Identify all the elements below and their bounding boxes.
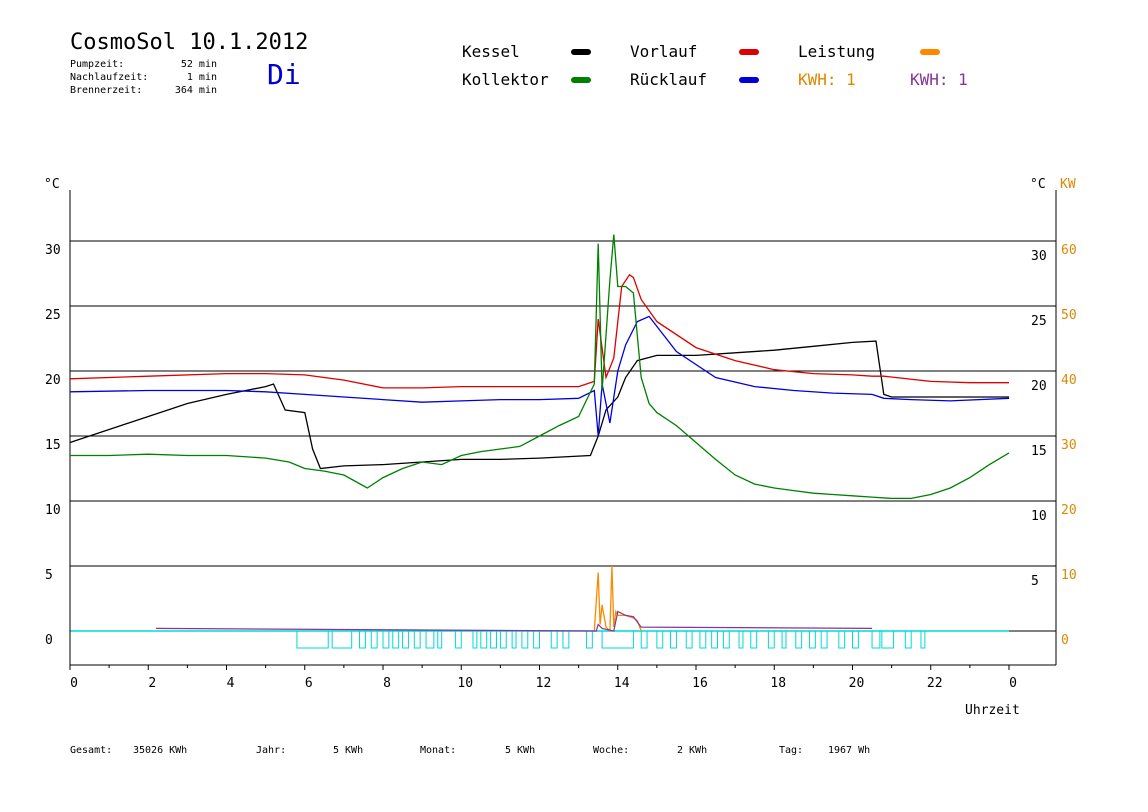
pump-pulse-20 bbox=[585, 630, 593, 649]
footer-tag-value: 1967 Wh bbox=[828, 745, 871, 756]
pump-pulse-39 bbox=[881, 630, 895, 649]
x-tick-label-2: 4 bbox=[227, 676, 235, 691]
y2-tick-label-6: 60 bbox=[1061, 243, 1077, 258]
y2-tick-label-1: 10 bbox=[1061, 568, 1077, 583]
y-right-tick-label-5: 5 bbox=[1031, 574, 1039, 589]
pump-pulse-13 bbox=[490, 630, 497, 649]
y2-tick-label-0: 0 bbox=[1061, 633, 1069, 648]
pump-pulse-21 bbox=[601, 630, 634, 649]
y-left-tick-label-1: 5 bbox=[45, 568, 53, 583]
y-right-unit: °C bbox=[1030, 177, 1046, 192]
pump-pulse-5 bbox=[392, 630, 400, 649]
pump-pulse-17 bbox=[533, 630, 540, 649]
pump-pulse-37 bbox=[852, 630, 859, 649]
y-left-tick-label-5: 25 bbox=[45, 308, 61, 323]
y-left-tick-label-4: 20 bbox=[45, 373, 61, 388]
pump-pulse-12 bbox=[480, 630, 488, 649]
pump-pulse-8 bbox=[425, 630, 435, 649]
pump-pulse-4 bbox=[382, 630, 390, 649]
footer-woche-label: Woche: bbox=[593, 745, 630, 756]
pump-pulse-36 bbox=[838, 630, 846, 649]
chart-axes: 0 2 4 6 8 10 12 14 16 18 20 22 0 Uhrzeit 0 5 10 15 20 25 30 °… bbox=[44, 177, 1077, 718]
pump-pulse-30 bbox=[750, 630, 758, 649]
pump-pulse-38 bbox=[871, 630, 881, 649]
chart-series bbox=[69, 234, 1010, 633]
pump-pulse-18 bbox=[550, 630, 558, 649]
pump-pulse-41 bbox=[920, 630, 926, 649]
footer-monat-value: 5 KWh bbox=[505, 745, 536, 756]
pump-pulse-40 bbox=[904, 630, 912, 649]
pump-pulse-33 bbox=[795, 630, 803, 649]
x-tick-label-0: 0 bbox=[70, 676, 78, 691]
x-tick-label-3: 6 bbox=[305, 676, 313, 691]
pump-pulse-3 bbox=[370, 630, 378, 649]
x-tick-label-10: 20 bbox=[849, 676, 865, 691]
y-right-tick-label-30: 30 bbox=[1031, 249, 1047, 264]
footer-gesamt-value: 35026 KWh bbox=[133, 745, 188, 756]
y-left-tick-label-3: 15 bbox=[45, 438, 61, 453]
y2-tick-label-5: 50 bbox=[1061, 308, 1077, 323]
pump-pulse-29 bbox=[738, 630, 744, 649]
y-right-tick-label-10: 10 bbox=[1031, 509, 1047, 524]
pump-pulse-24 bbox=[670, 630, 677, 649]
x-tick-label-8: 16 bbox=[692, 676, 708, 691]
y-left-tick-label-2: 10 bbox=[45, 503, 61, 518]
y-right-tick-label-20: 20 bbox=[1031, 379, 1047, 394]
chart-grid bbox=[70, 240, 1056, 632]
pump-pulse-28 bbox=[722, 630, 730, 649]
y-left-tick-label-0: 0 bbox=[45, 633, 53, 648]
footer-jahr-label: Jahr: bbox=[256, 745, 287, 756]
footer-woche-value: 2 KWh bbox=[677, 745, 708, 756]
y2-tick-label-4: 40 bbox=[1061, 373, 1077, 388]
x-tick-label-12: 0 bbox=[1009, 676, 1017, 691]
pump-pulse-2 bbox=[359, 630, 366, 649]
y-left-tick-label-6: 30 bbox=[45, 243, 61, 258]
pump-pulses bbox=[296, 630, 926, 649]
x-axis-label: Uhrzeit bbox=[965, 703, 1020, 718]
x-tick-label-5: 10 bbox=[457, 676, 473, 691]
pump-pulse-35 bbox=[820, 630, 828, 649]
pump-pulse-25 bbox=[685, 630, 693, 649]
pump-pulse-31 bbox=[767, 630, 775, 649]
pump-pulse-11 bbox=[472, 630, 478, 649]
temperature-chart: 0 2 4 6 8 10 12 14 16 18 20 22 0 Uhrzeit 0 5 10 15 20 25 30 °… bbox=[44, 177, 1077, 718]
footer-jahr-value: 5 KWh bbox=[333, 745, 364, 756]
pump-pulse-27 bbox=[711, 630, 719, 649]
footer-tag-label: Tag: bbox=[779, 745, 804, 756]
pump-pulse-23 bbox=[656, 630, 664, 649]
series-leistung bbox=[593, 565, 642, 633]
x-tick-label-1: 2 bbox=[148, 676, 156, 691]
x-tick-label-7: 14 bbox=[614, 676, 630, 691]
series-kollektor bbox=[70, 234, 1010, 500]
pump-pulse-34 bbox=[808, 630, 816, 649]
pump-pulse-6 bbox=[402, 630, 409, 649]
pump-pulse-26 bbox=[699, 630, 707, 649]
pump-pulse-9 bbox=[437, 630, 443, 649]
y2-tick-label-3: 30 bbox=[1061, 438, 1077, 453]
footer-gesamt-label: Gesamt: bbox=[70, 745, 113, 756]
pump-pulse-32 bbox=[781, 630, 787, 649]
pump-pulse-14 bbox=[499, 630, 507, 649]
pump-pulse-15 bbox=[511, 630, 517, 649]
series-kwh-purple bbox=[156, 610, 873, 632]
pump-pulse-19 bbox=[562, 630, 570, 649]
series-kessel bbox=[69, 340, 1009, 470]
y-right-tick-label-15: 15 bbox=[1031, 444, 1047, 459]
pump-pulse-16 bbox=[521, 630, 529, 649]
pump-pulse-1 bbox=[331, 630, 353, 649]
pump-pulse-22 bbox=[640, 630, 648, 649]
x-tick-label-11: 22 bbox=[927, 676, 943, 691]
x-tick-label-6: 12 bbox=[536, 676, 552, 691]
pump-pulse-7 bbox=[413, 630, 421, 649]
y2-tick-label-2: 20 bbox=[1061, 503, 1077, 518]
pump-pulse-0 bbox=[296, 630, 329, 649]
pump-pulse-10 bbox=[454, 630, 462, 649]
x-tick-label-9: 18 bbox=[770, 676, 786, 691]
y-left-unit: °C bbox=[44, 177, 60, 192]
x-tick-label-4: 8 bbox=[383, 676, 391, 691]
footer-monat-label: Monat: bbox=[420, 745, 457, 756]
y2-unit: KW bbox=[1060, 177, 1076, 192]
y-right-tick-label-25: 25 bbox=[1031, 314, 1047, 329]
